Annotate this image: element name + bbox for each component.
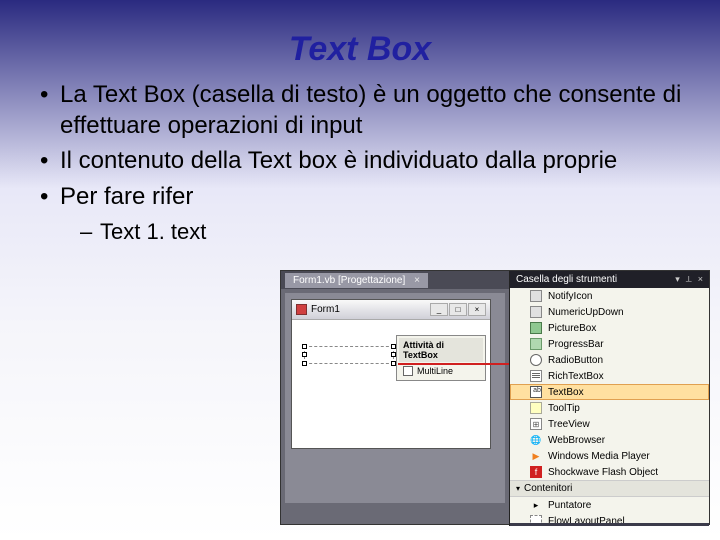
bullet-3: Per fare rifer: [40, 181, 690, 212]
smart-tag-panel[interactable]: Attività di TextBox MultiLine: [396, 335, 486, 381]
toolbox-section-header[interactable]: ▾ Contenitori: [510, 480, 709, 497]
slide-title: Text Box: [0, 0, 720, 79]
toolbox-item-label: RadioButton: [548, 355, 603, 366]
textbox-control[interactable]: [304, 346, 394, 364]
toolbox-item-label: FlowLayoutPanel: [548, 516, 625, 524]
toolbox-header: Casella degli strumenti ▾ ⟂ ×: [510, 271, 709, 288]
toolbox-item[interactable]: FlowLayoutPanel: [510, 513, 709, 523]
form-icon: [296, 304, 307, 315]
close-button[interactable]: ×: [468, 303, 486, 316]
bullet-2: Il contenuto della Text box è individuat…: [40, 145, 690, 176]
ide-screenshot: Form1.vb [Progettazione] × Form1 _ □ ×: [280, 270, 710, 525]
toolbox-item-label: NotifyIcon: [548, 291, 592, 302]
toolbox-item-label: WebBrowser: [548, 435, 605, 446]
radio-icon: [530, 354, 542, 366]
toolbox-item-label: TextBox: [548, 387, 584, 398]
tree-icon: [530, 418, 542, 430]
close-panel-icon[interactable]: ×: [698, 274, 703, 285]
form-titlebar: Form1 _ □ ×: [292, 300, 490, 320]
toolbox-item[interactable]: TreeView: [510, 416, 709, 432]
progress-icon: [530, 338, 542, 350]
toolbox-item-label: PictureBox: [548, 323, 596, 334]
bullet-1: La Text Box (casella di testo) è un ogge…: [40, 79, 690, 141]
rich-icon: [530, 370, 542, 382]
toolbox-item[interactable]: NotifyIcon: [510, 288, 709, 304]
toolbox-item-label: Puntatore: [548, 500, 591, 511]
toolbox-panel: Casella degli strumenti ▾ ⟂ × NotifyIcon…: [509, 271, 709, 526]
toolbox-item[interactable]: ProgressBar: [510, 336, 709, 352]
toolbox-item[interactable]: RichTextBox: [510, 368, 709, 384]
textbox-icon: [530, 386, 542, 398]
sub-bullet-1: Text 1. text: [80, 218, 690, 247]
form-window[interactable]: Form1 _ □ × Attività di TextBox: [291, 299, 491, 449]
minimize-button[interactable]: _: [430, 303, 448, 316]
toolbox-item-label: ProgressBar: [548, 339, 604, 350]
collapse-icon: ▾: [516, 484, 520, 493]
maximize-button[interactable]: □: [449, 303, 467, 316]
pointer-icon: ▸: [530, 499, 542, 511]
form-title: Form1: [311, 304, 430, 315]
toolbox-item-label: TreeView: [548, 419, 590, 430]
toolbox-item[interactable]: NumericUpDown: [510, 304, 709, 320]
designer-tab[interactable]: Form1.vb [Progettazione] ×: [285, 273, 428, 288]
dropdown-icon[interactable]: ▾: [675, 274, 680, 285]
toolbox-item[interactable]: ▶ Windows Media Player: [510, 448, 709, 464]
toolbox-item-label: Windows Media Player: [548, 451, 650, 462]
toolbox-item[interactable]: RadioButton: [510, 352, 709, 368]
toolbox-item-label: NumericUpDown: [548, 307, 624, 318]
web-icon: 🌐: [530, 434, 542, 446]
toolbox-title: Casella degli strumenti: [516, 274, 617, 285]
pin-icon[interactable]: ⟂: [686, 274, 692, 285]
wmp-icon: ▶: [530, 450, 542, 462]
multiline-checkbox[interactable]: [403, 366, 413, 376]
toolbox-item-label: RichTextBox: [548, 371, 604, 382]
toolbox-item[interactable]: TextBox: [510, 384, 709, 400]
form-designer: Form1 _ □ × Attività di TextBox: [285, 293, 505, 503]
slide-content: La Text Box (casella di testo) è un ogge…: [0, 79, 720, 246]
toolbox-item[interactable]: 🌐 WebBrowser: [510, 432, 709, 448]
resize-handle[interactable]: [302, 361, 307, 366]
toolbox-item[interactable]: ToolTip: [510, 400, 709, 416]
toolbox-item[interactable]: ▸ Puntatore: [510, 497, 709, 513]
resize-handle[interactable]: [302, 352, 307, 357]
smart-tag-title: Attività di TextBox: [399, 338, 483, 362]
updown-icon: [530, 290, 542, 302]
toolbox-body: NotifyIcon NumericUpDown PictureBox Progres…: [510, 288, 709, 523]
picture-icon: [530, 322, 542, 334]
section-label: Contenitori: [524, 483, 572, 494]
flash-icon: f: [530, 466, 542, 478]
multiline-label: MultiLine: [417, 366, 453, 376]
close-tab-icon[interactable]: ×: [414, 275, 420, 286]
tooltip-icon: [530, 402, 542, 414]
tab-label: Form1.vb [Progettazione]: [293, 275, 405, 286]
toolbox-item-label: Shockwave Flash Object: [548, 467, 658, 478]
resize-handle[interactable]: [302, 344, 307, 349]
updown-icon: [530, 306, 542, 318]
toolbox-item-label: ToolTip: [548, 403, 580, 414]
flow-icon: [530, 515, 542, 523]
toolbox-item[interactable]: f Shockwave Flash Object: [510, 464, 709, 480]
toolbox-item[interactable]: PictureBox: [510, 320, 709, 336]
